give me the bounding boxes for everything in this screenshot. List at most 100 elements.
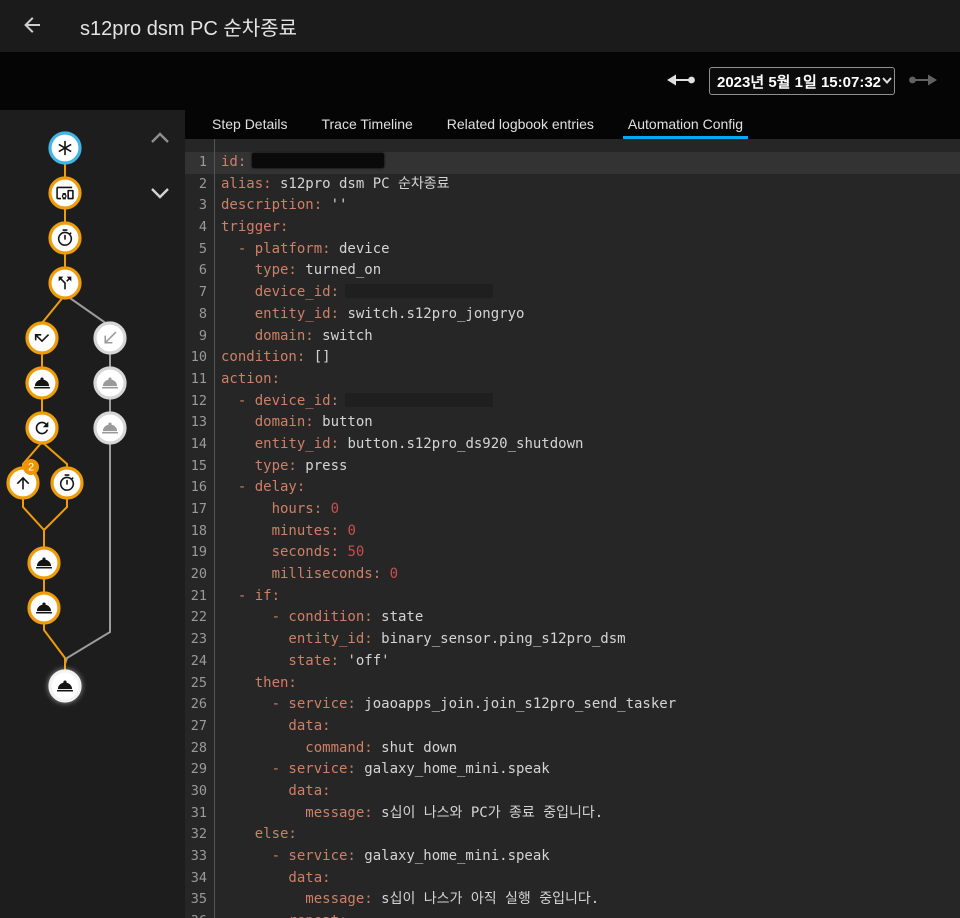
line-text: - service: galaxy_home_mini.speak bbox=[214, 846, 550, 868]
graph-node-room-service-icon[interactable] bbox=[29, 593, 59, 623]
line-text: message: s십이 나스와 PC가 종료 중입니다. bbox=[214, 803, 603, 825]
line-number: 24 bbox=[185, 651, 214, 673]
line-text: else: bbox=[214, 824, 297, 846]
line-number: 4 bbox=[185, 217, 214, 239]
line-number: 30 bbox=[185, 781, 214, 803]
previous-trace-button[interactable] bbox=[664, 67, 698, 95]
code-line[interactable]: 35 message: s십이 나스가 아직 실행 중입니다. bbox=[185, 889, 960, 911]
line-number: 11 bbox=[185, 369, 214, 391]
code-line[interactable]: 16 - delay: bbox=[185, 477, 960, 499]
code-line[interactable]: 25 then: bbox=[185, 673, 960, 695]
line-number: 13 bbox=[185, 412, 214, 434]
code-line[interactable]: 14 entity_id: button.s12pro_ds920_shutdo… bbox=[185, 434, 960, 456]
line-number: 36 bbox=[185, 911, 214, 918]
line-text: milliseconds: 0 bbox=[214, 564, 398, 586]
line-text: entity_id: binary_sensor.ping_s12pro_dsm bbox=[214, 629, 626, 651]
code-line[interactable]: 9 domain: switch bbox=[185, 326, 960, 348]
graph-node-timer-icon[interactable] bbox=[50, 223, 80, 253]
code-line[interactable]: 32 else: bbox=[185, 824, 960, 846]
graph-node-room-service-icon[interactable] bbox=[95, 413, 125, 443]
line-text: data: bbox=[214, 868, 331, 890]
line-text: then: bbox=[214, 673, 297, 695]
code-line[interactable]: 31 message: s십이 나스와 PC가 종료 중입니다. bbox=[185, 803, 960, 825]
code-lines: 1id:2alias: s12pro dsm PC 순차종료3descripti… bbox=[185, 152, 960, 918]
line-number: 32 bbox=[185, 824, 214, 846]
code-line[interactable]: 20 milliseconds: 0 bbox=[185, 564, 960, 586]
line-text: seconds: 50 bbox=[214, 542, 364, 564]
graph-node-room-service-icon[interactable] bbox=[95, 368, 125, 398]
line-number: 19 bbox=[185, 542, 214, 564]
code-line[interactable]: 23 entity_id: binary_sensor.ping_s12pro_… bbox=[185, 629, 960, 651]
line-text: entity_id: switch.s12pro_jongryo bbox=[214, 304, 524, 326]
line-number: 5 bbox=[185, 239, 214, 261]
tab-automation-config[interactable]: Automation Config bbox=[623, 110, 748, 139]
code-line[interactable]: 13 domain: button bbox=[185, 412, 960, 434]
code-line[interactable]: 36 - repeat: bbox=[185, 911, 960, 918]
code-line[interactable]: 28 command: shut down bbox=[185, 738, 960, 760]
graph-node-call-missed-icon[interactable] bbox=[27, 323, 57, 353]
line-text: command: shut down bbox=[214, 738, 457, 760]
graph-node-timer-icon[interactable] bbox=[52, 468, 82, 498]
redacted-value bbox=[345, 393, 493, 407]
line-number: 1 bbox=[185, 152, 214, 174]
graph-node-arrow-up-icon[interactable]: 2 bbox=[8, 459, 39, 498]
trace-graph[interactable]: 2 bbox=[0, 110, 185, 918]
code-line[interactable]: 24 state: 'off' bbox=[185, 651, 960, 673]
code-line[interactable]: 22 - condition: state bbox=[185, 607, 960, 629]
code-line[interactable]: 2alias: s12pro dsm PC 순차종료 bbox=[185, 174, 960, 196]
code-line[interactable]: 21 - if: bbox=[185, 586, 960, 608]
code-line[interactable]: 11action: bbox=[185, 369, 960, 391]
line-text: - repeat: bbox=[214, 911, 347, 918]
code-line[interactable]: 6 type: turned_on bbox=[185, 260, 960, 282]
next-node-button[interactable] bbox=[146, 181, 174, 207]
line-text: - if: bbox=[214, 586, 280, 608]
chevron-down-icon bbox=[881, 73, 893, 90]
code-line[interactable]: 5 - platform: device bbox=[185, 239, 960, 261]
code-line[interactable]: 18 minutes: 0 bbox=[185, 521, 960, 543]
graph-node-devices-icon[interactable] bbox=[50, 178, 80, 208]
ray-arrow-right-icon bbox=[906, 72, 940, 91]
graph-node-refresh-icon[interactable] bbox=[27, 413, 57, 443]
previous-node-button[interactable] bbox=[146, 126, 174, 152]
gutter-separator bbox=[214, 139, 215, 918]
code-line[interactable]: 12 - device_id: bbox=[185, 391, 960, 413]
run-controls: 2023년 5월 1일 15:07:32 bbox=[664, 67, 940, 95]
code-line[interactable]: 8 entity_id: switch.s12pro_jongryo bbox=[185, 304, 960, 326]
tab-trace-timeline[interactable]: Trace Timeline bbox=[316, 110, 417, 139]
graph-node-room-service-icon[interactable] bbox=[50, 671, 80, 701]
graph-node-call-split-icon[interactable] bbox=[50, 268, 80, 298]
code-line[interactable]: 1id: bbox=[185, 152, 960, 174]
line-text: domain: button bbox=[214, 412, 373, 434]
graph-node-asterisk-icon[interactable] bbox=[50, 133, 80, 163]
code-line[interactable]: 7 device_id: bbox=[185, 282, 960, 304]
tab-step-details[interactable]: Step Details bbox=[207, 110, 292, 139]
line-text: condition: [] bbox=[214, 347, 331, 369]
code-line[interactable]: 15 type: press bbox=[185, 456, 960, 478]
code-line[interactable]: 17 hours: 0 bbox=[185, 499, 960, 521]
trace-run-value: 2023년 5월 1일 15:07:32 bbox=[717, 71, 881, 92]
tab-related-logbook-entries[interactable]: Related logbook entries bbox=[442, 110, 599, 139]
code-line[interactable]: 34 data: bbox=[185, 868, 960, 890]
yaml-editor[interactable]: 1id:2alias: s12pro dsm PC 순차종료3descripti… bbox=[185, 139, 960, 918]
graph-node-room-service-icon[interactable] bbox=[29, 548, 59, 578]
graph-node-call-received-icon[interactable] bbox=[95, 323, 125, 353]
graph-node-room-service-icon[interactable] bbox=[27, 368, 57, 398]
code-line[interactable]: 10condition: [] bbox=[185, 347, 960, 369]
code-line[interactable]: 30 data: bbox=[185, 781, 960, 803]
next-trace-button[interactable] bbox=[906, 67, 940, 95]
code-line[interactable]: 4trigger: bbox=[185, 217, 960, 239]
code-line[interactable]: 27 data: bbox=[185, 716, 960, 738]
line-number: 26 bbox=[185, 694, 214, 716]
line-text: - device_id: bbox=[214, 391, 493, 413]
code-line[interactable]: 29 - service: galaxy_home_mini.speak bbox=[185, 759, 960, 781]
line-text: description: '' bbox=[214, 195, 347, 217]
back-button[interactable] bbox=[14, 8, 50, 44]
code-line[interactable]: 33 - service: galaxy_home_mini.speak bbox=[185, 846, 960, 868]
line-text: action: bbox=[214, 369, 280, 391]
code-line[interactable]: 26 - service: joaoapps_join.join_s12pro_… bbox=[185, 694, 960, 716]
code-line[interactable]: 19 seconds: 50 bbox=[185, 542, 960, 564]
redacted-value bbox=[345, 284, 493, 298]
line-number: 7 bbox=[185, 282, 214, 304]
trace-run-select[interactable]: 2023년 5월 1일 15:07:32 bbox=[709, 67, 895, 95]
code-line[interactable]: 3description: '' bbox=[185, 195, 960, 217]
